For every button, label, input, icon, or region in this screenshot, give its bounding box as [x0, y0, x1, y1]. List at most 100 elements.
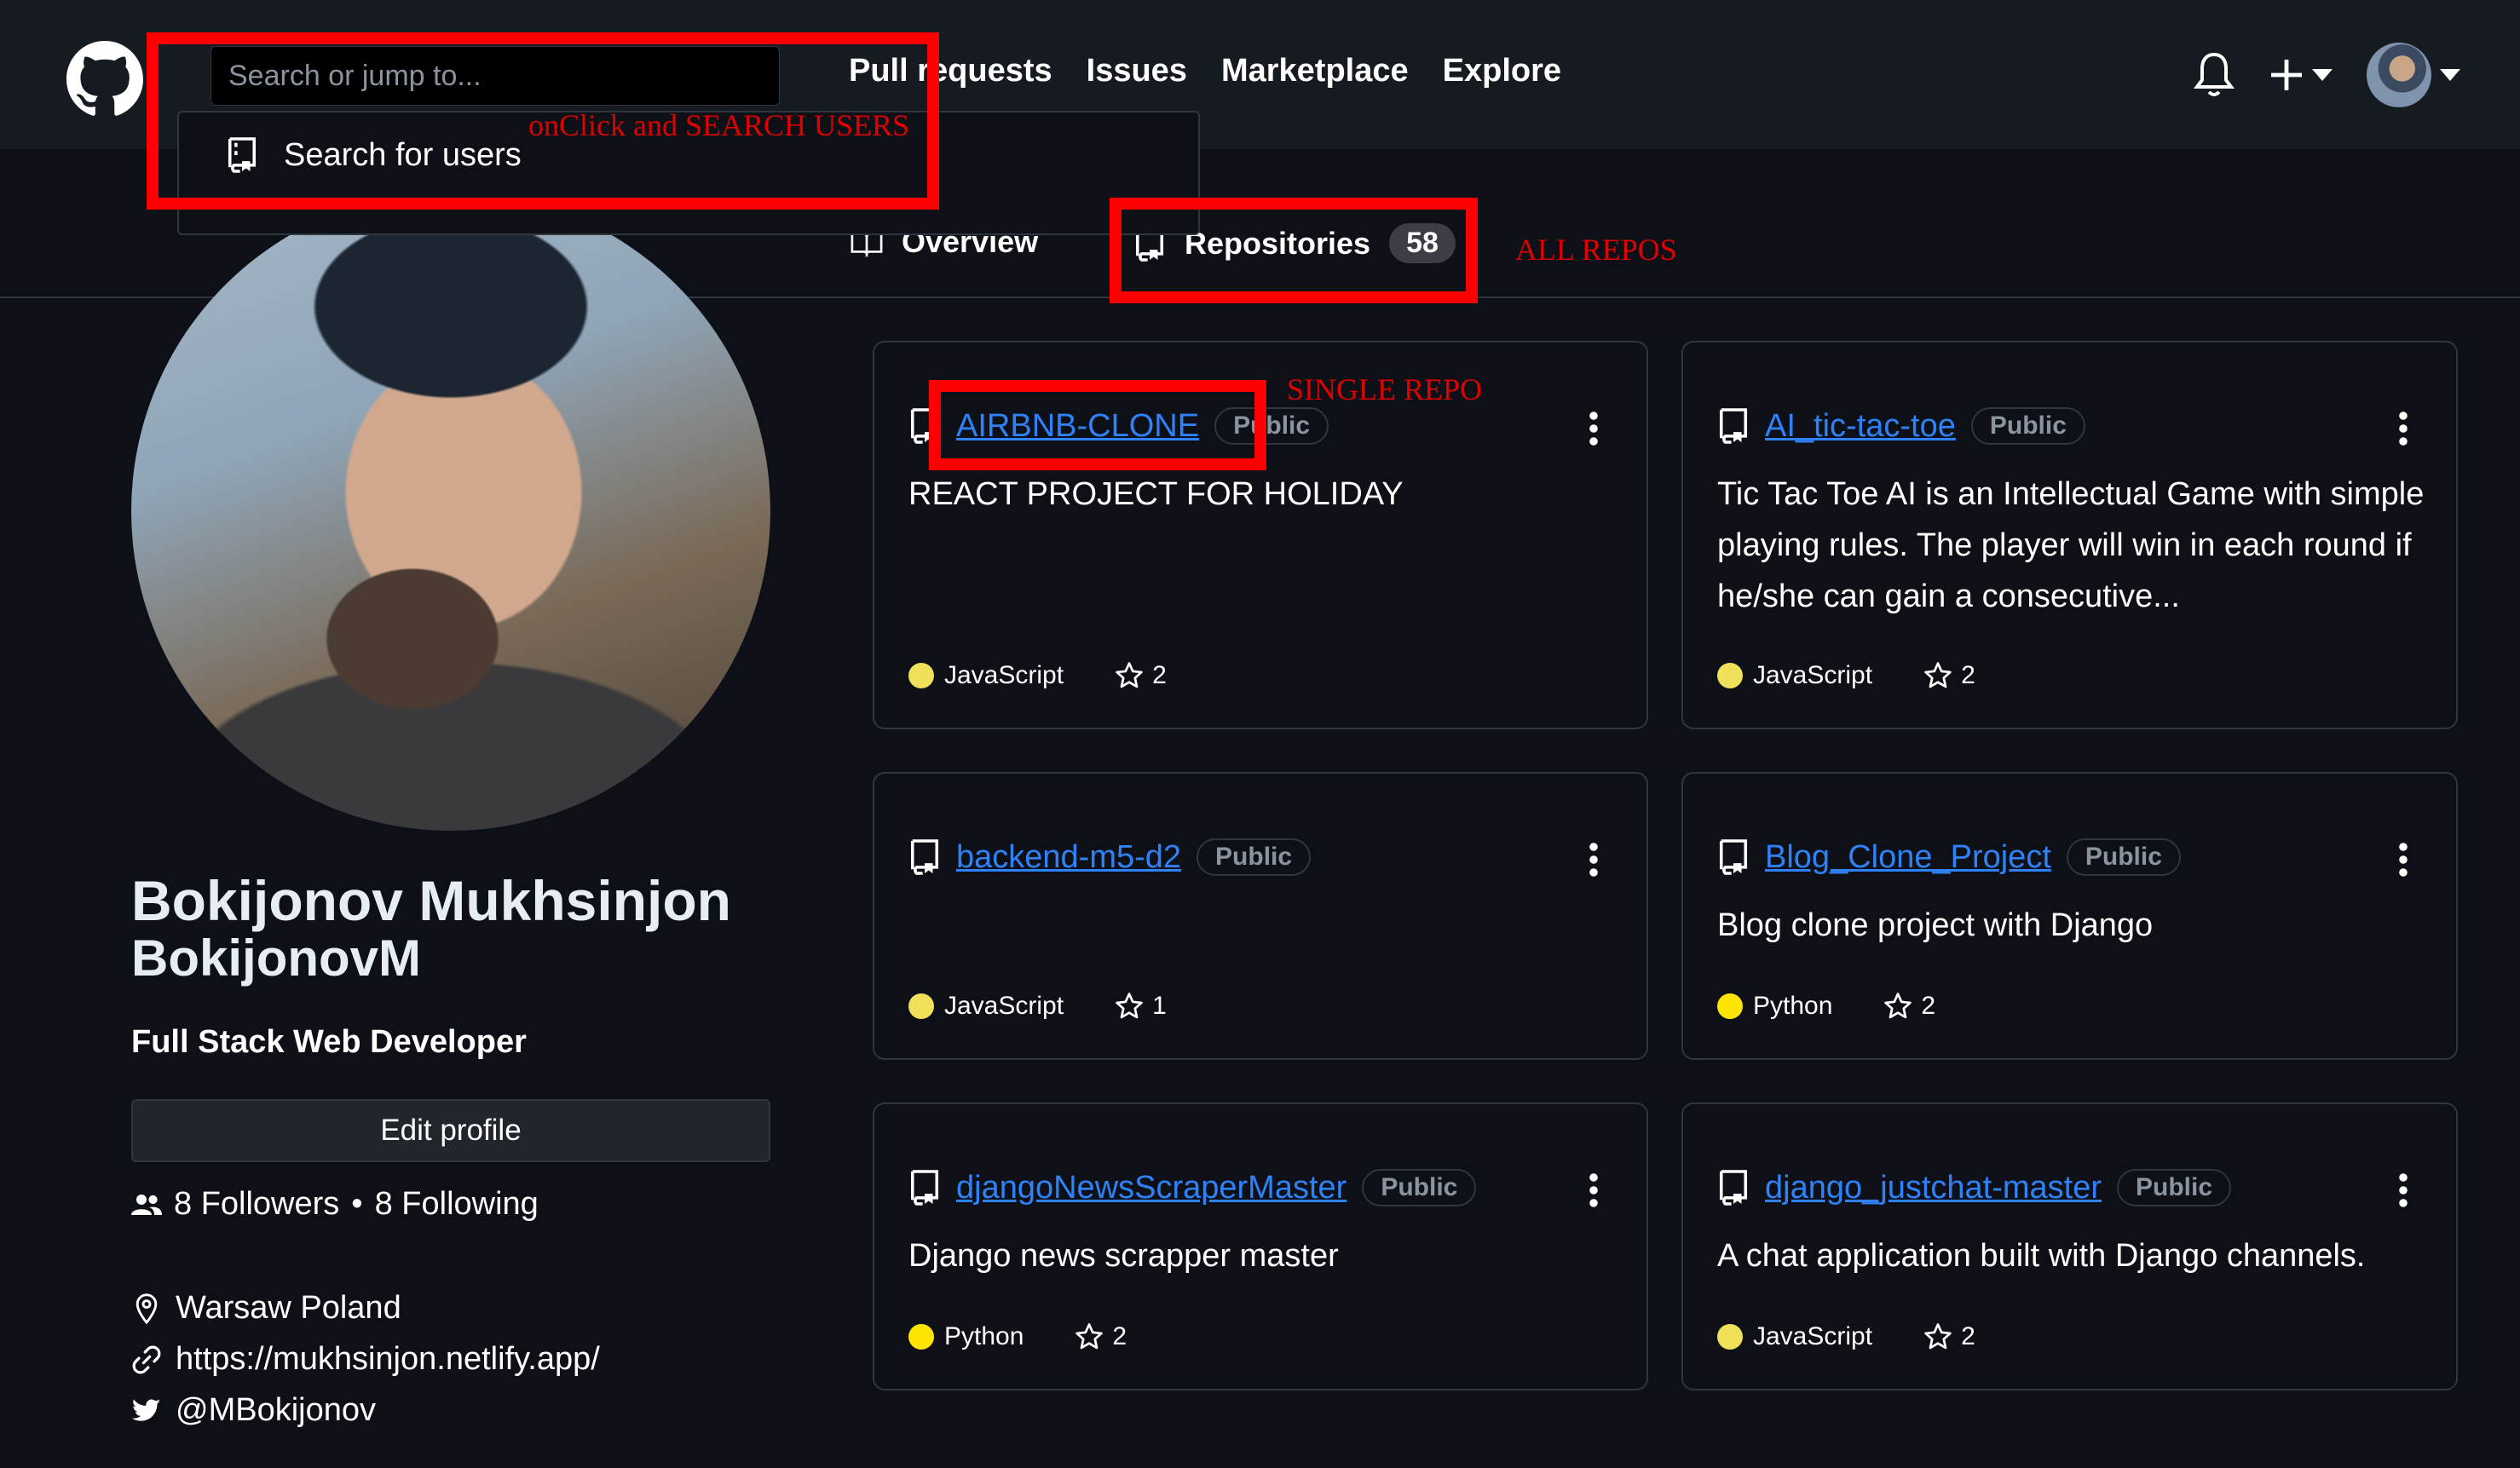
repo-meta: Python 2	[908, 1322, 1127, 1351]
repo-description: A chat application built with Django cha…	[1717, 1238, 2366, 1274]
repo-card: Blog_Clone_Project Public Blog clone pro…	[1681, 772, 2458, 1060]
repo-card-header: Blog_Clone_Project Public	[1717, 838, 2181, 876]
repo-icon	[1719, 408, 1748, 444]
repo-stars[interactable]: 2	[1115, 661, 1167, 690]
nav-explore[interactable]: Explore	[1443, 53, 1561, 89]
repo-card: backend-m5-d2 Public JavaScript 1	[873, 772, 1648, 1060]
website-link[interactable]: https://mukhsinjon.netlify.app/	[176, 1341, 600, 1378]
repo-stars[interactable]: 2	[1075, 1322, 1127, 1351]
profile-location: Warsaw Poland	[131, 1290, 401, 1327]
nav-marketplace[interactable]: Marketplace	[1221, 53, 1409, 89]
repo-meta: JavaScript 2	[1717, 1322, 1975, 1351]
profile-twitter: @MBokijonov	[131, 1392, 376, 1429]
repo-icon	[228, 137, 257, 173]
repo-stars[interactable]: 2	[1923, 1322, 1975, 1351]
kebab-icon[interactable]	[1589, 411, 1599, 446]
repo-icon	[910, 408, 939, 444]
language-name: JavaScript	[944, 661, 1064, 689]
header-actions	[2193, 43, 2460, 107]
repo-card-header: django_justchat-master Public	[1717, 1169, 2232, 1206]
language-name: JavaScript	[944, 992, 1064, 1020]
repo-card: AI_tic-tac-toe Public Tic Tac Toe AI is …	[1681, 341, 2458, 729]
followers-link[interactable]: 8 Followers	[174, 1186, 339, 1223]
repo-card-header: AIRBNB-CLONE Public	[908, 407, 1329, 445]
link-icon	[132, 1345, 161, 1373]
tab-label: Repositories	[1185, 225, 1371, 261]
search-for-users-option[interactable]: Search for users	[226, 136, 522, 174]
repo-language: Python	[908, 1322, 1024, 1351]
follow-separator: •	[351, 1186, 363, 1222]
visibility-badge: Public	[2117, 1169, 2232, 1206]
bell-icon[interactable]	[2193, 51, 2235, 99]
visibility-badge: Public	[1362, 1169, 1477, 1206]
repo-description: REACT PROJECT FOR HOLIDAY	[908, 476, 1404, 512]
star-icon	[1075, 1323, 1104, 1350]
twitter-link[interactable]: @MBokijonov	[176, 1392, 376, 1429]
repo-icon	[1719, 839, 1748, 875]
language-color-dot	[908, 1324, 934, 1350]
repo-meta: JavaScript 2	[908, 661, 1167, 690]
kebab-icon[interactable]	[1589, 1172, 1599, 1208]
repo-language: JavaScript	[908, 661, 1064, 690]
star-count: 1	[1152, 992, 1167, 1020]
repo-card-header: backend-m5-d2 Public	[908, 838, 1312, 876]
repo-stars[interactable]: 2	[1883, 992, 1935, 1021]
repo-name-link[interactable]: AI_tic-tac-toe	[1765, 408, 1956, 445]
github-logo-icon[interactable]	[66, 41, 143, 118]
language-color-dot	[908, 993, 934, 1019]
language-color-dot	[1717, 993, 1743, 1019]
annotation-single-repo-label: SINGLE REPO	[1287, 372, 1483, 406]
repo-description: Tic Tac Toe AI is an Intellectual Game w…	[1717, 476, 2425, 614]
repo-name-link[interactable]: Blog_Clone_Project	[1765, 839, 2051, 876]
repo-meta: JavaScript 2	[1717, 661, 1975, 690]
visibility-badge: Public	[2066, 838, 2181, 876]
repo-stars[interactable]: 1	[1115, 992, 1167, 1021]
language-color-dot	[908, 663, 934, 688]
main-nav: Pull requests Issues Marketplace Explore	[849, 53, 1561, 89]
repo-icon	[910, 839, 939, 875]
create-new-menu[interactable]	[2269, 58, 2333, 92]
kebab-icon[interactable]	[2398, 842, 2408, 878]
caret-down-icon	[2312, 69, 2333, 81]
repo-name-link[interactable]: django_justchat-master	[1765, 1170, 2102, 1206]
kebab-icon[interactable]	[2398, 1172, 2408, 1208]
language-color-dot	[1717, 663, 1743, 688]
profile-bio: Full Stack Web Developer	[131, 1024, 527, 1060]
repo-stars[interactable]: 2	[1923, 661, 1975, 690]
kebab-icon[interactable]	[1589, 842, 1599, 878]
star-count: 2	[1112, 1322, 1127, 1350]
language-name: Python	[1753, 992, 1833, 1020]
language-color-dot	[1717, 1324, 1743, 1350]
star-icon	[1924, 662, 1952, 688]
repo-description: Django news scrapper master	[908, 1238, 1339, 1274]
repo-language: JavaScript	[908, 992, 1064, 1021]
star-icon	[1116, 993, 1143, 1019]
avatar	[2367, 43, 2431, 107]
nav-pull-requests[interactable]: Pull requests	[849, 53, 1052, 89]
caret-down-icon	[2440, 69, 2460, 81]
user-menu[interactable]	[2367, 43, 2460, 107]
search-input[interactable]	[210, 46, 780, 106]
repo-name-link[interactable]: backend-m5-d2	[956, 839, 1181, 876]
annotation-all-repos-label: ALL REPOS	[1515, 233, 1677, 267]
star-count: 2	[1961, 661, 1975, 689]
people-icon	[131, 1194, 162, 1215]
visibility-badge: Public	[1197, 838, 1312, 876]
edit-profile-button[interactable]: Edit profile	[131, 1099, 770, 1162]
profile-website: https://mukhsinjon.netlify.app/	[131, 1341, 600, 1378]
star-count: 2	[1921, 992, 1936, 1020]
kebab-icon[interactable]	[2398, 411, 2408, 446]
twitter-icon	[131, 1399, 161, 1421]
visibility-badge: Public	[1214, 407, 1329, 445]
repo-card-header: djangoNewsScraperMaster Public	[908, 1169, 1477, 1206]
language-name: Python	[944, 1322, 1024, 1350]
following-link[interactable]: 8 Following	[375, 1186, 539, 1223]
repo-name-link[interactable]: AIRBNB-CLONE	[956, 408, 1199, 445]
repo-count-badge: 58	[1389, 223, 1456, 263]
star-count: 2	[1961, 1322, 1975, 1350]
dropdown-item-label: Search for users	[284, 136, 522, 173]
nav-issues[interactable]: Issues	[1087, 53, 1187, 89]
profile-avatar[interactable]	[131, 192, 770, 831]
repo-name-link[interactable]: djangoNewsScraperMaster	[956, 1170, 1346, 1206]
language-name: JavaScript	[1753, 1322, 1873, 1350]
